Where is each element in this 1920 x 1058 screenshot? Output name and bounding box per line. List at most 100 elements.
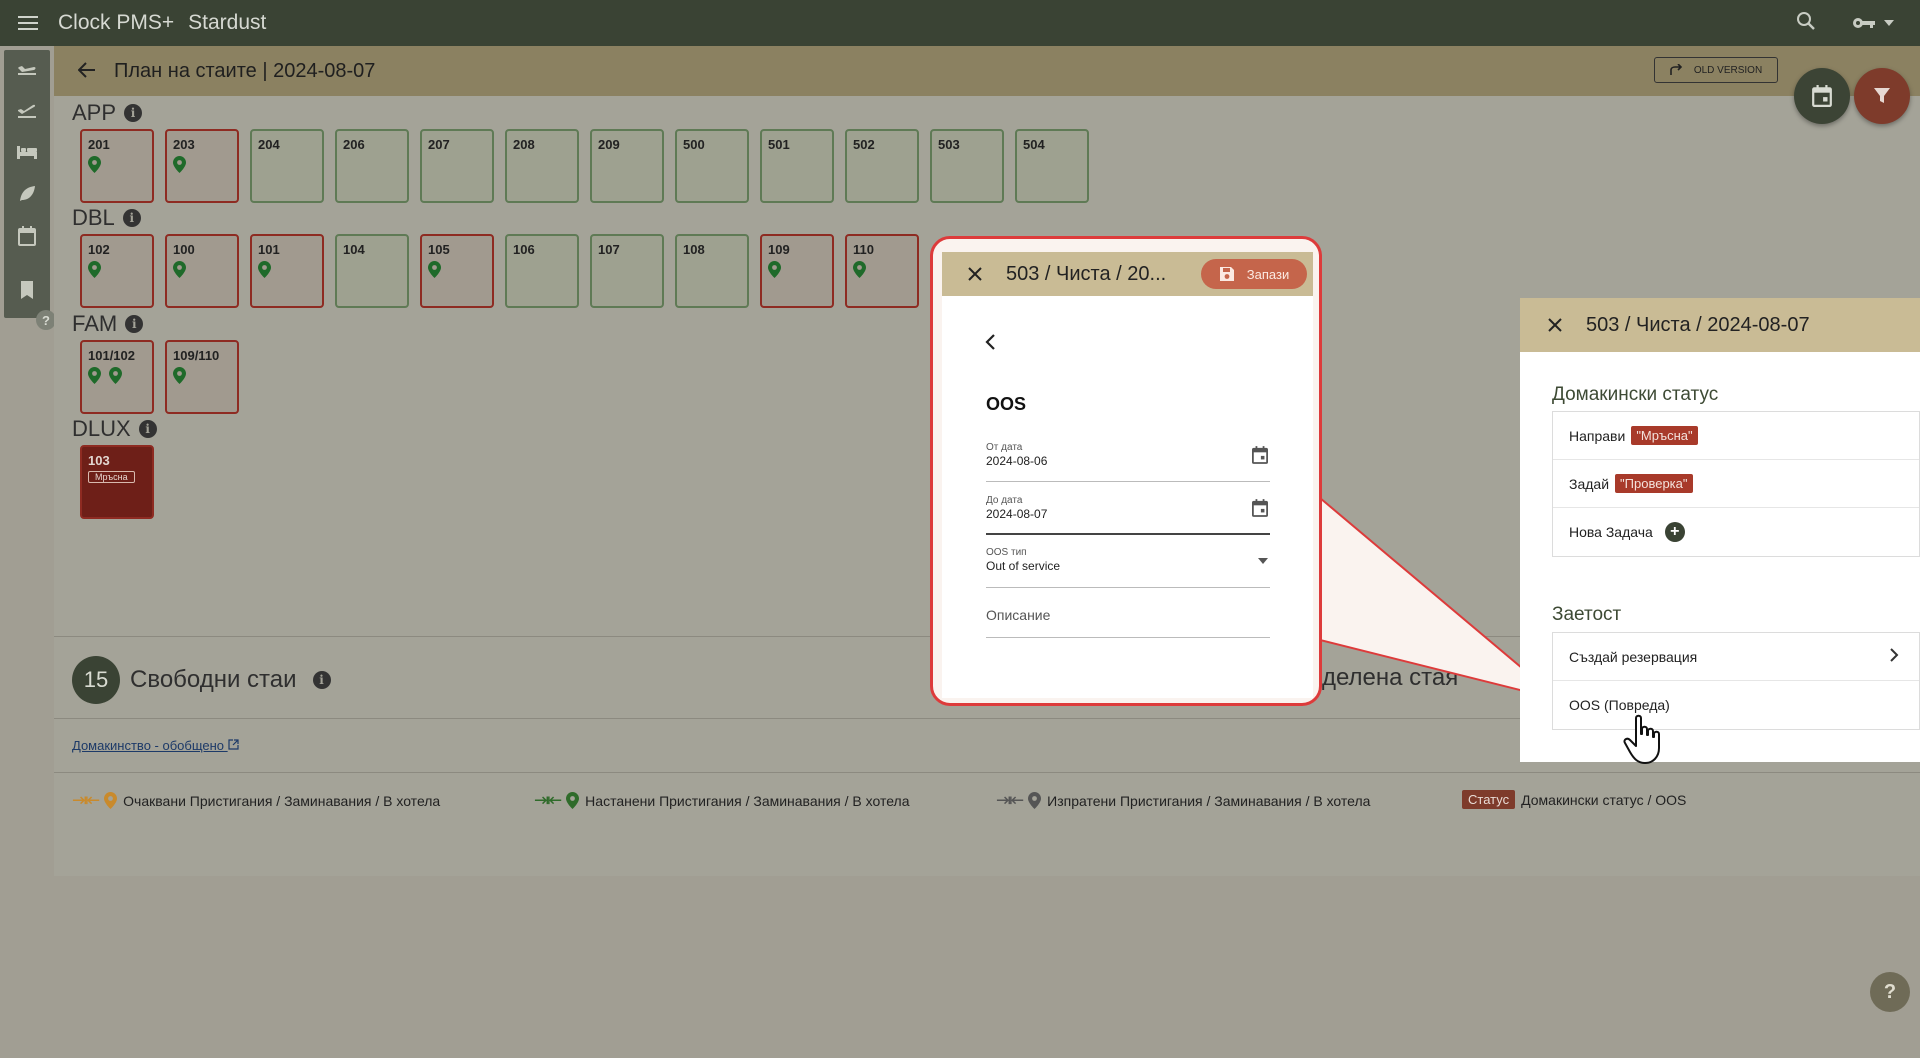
hk-status-card: Направи "Мръсна" Задай "Проверка" Нова З… xyxy=(1552,411,1920,557)
room-group-name: FAM xyxy=(72,311,118,336)
make-tag[interactable]: "Мръсна" xyxy=(1631,426,1698,445)
room-tile[interactable]: 105 xyxy=(420,234,494,308)
to-date-field[interactable]: До дата 2024-08-07 xyxy=(986,495,1270,535)
room-tile[interactable]: 104 xyxy=(335,234,409,308)
key-menu[interactable] xyxy=(1852,16,1894,30)
housekeeping-summary-link[interactable]: Домакинство - обобщено xyxy=(72,738,239,753)
room-number: 208 xyxy=(513,137,535,152)
room-tile[interactable]: 501 xyxy=(760,129,834,203)
make-label: Направи xyxy=(1569,427,1626,444)
room-tile[interactable]: 203 xyxy=(165,129,239,203)
room-tile[interactable]: 101/102 xyxy=(80,340,154,414)
room-tile[interactable]: 109/110 xyxy=(165,340,239,414)
info-icon[interactable]: i xyxy=(312,671,331,689)
room-tile[interactable]: 106 xyxy=(505,234,579,308)
room-tile[interactable]: 502 xyxy=(845,129,919,203)
back-arrow-icon[interactable] xyxy=(77,57,96,85)
page-header: План на стаите | 2024-08-07 OLD VERSION xyxy=(54,46,1920,96)
room-tile[interactable]: 503 xyxy=(930,129,1004,203)
make-dirty-row[interactable]: Направи "Мръсна" xyxy=(1553,412,1919,460)
location-pin-icon xyxy=(173,367,186,384)
divider xyxy=(54,772,1920,773)
to-date-value[interactable]: 2024-08-07 xyxy=(986,507,1270,521)
info-icon[interactable]: i xyxy=(125,315,144,333)
room-tile[interactable]: 504 xyxy=(1015,129,1089,203)
app-title: Clock PMS+ xyxy=(58,11,175,34)
room-group-title: DLUX i xyxy=(72,416,157,442)
set-inspection-row[interactable]: Задай "Проверка" xyxy=(1553,460,1919,508)
search-icon[interactable] xyxy=(1796,11,1816,36)
calendar-icon[interactable] xyxy=(15,224,39,248)
room-tile[interactable]: 103 Мръсна xyxy=(80,445,154,519)
arrival-departure-icon: ⇥⇤ xyxy=(534,790,562,811)
info-icon[interactable]: i xyxy=(122,209,141,227)
info-icon[interactable]: i xyxy=(124,104,143,122)
housekeeping-link-text[interactable]: Домакинство - обобщено xyxy=(72,738,224,753)
hk-status-heading: Домакински статус xyxy=(1552,384,1719,405)
oos-type-select[interactable]: OOS тип Out of service xyxy=(986,547,1270,588)
arrival-departure-icon: ⇥⇤ xyxy=(996,790,1024,811)
guest-pins xyxy=(853,261,911,278)
hotel-name[interactable]: Stardust xyxy=(188,11,266,35)
save-icon xyxy=(1219,267,1234,281)
free-rooms-section[interactable]: 15 Свободни стаи i xyxy=(72,656,331,704)
oos-dialog-header: 503 / Чиста / 20... Запази xyxy=(942,252,1313,296)
room-row: 101/102 109/110 xyxy=(80,340,239,414)
room-tile[interactable]: 209 xyxy=(590,129,664,203)
status-badge: Мръсна xyxy=(88,471,135,483)
room-number: 504 xyxy=(1023,137,1045,152)
save-button[interactable]: Запази xyxy=(1201,259,1307,289)
bookmark-icon[interactable] xyxy=(15,278,39,302)
menu-icon[interactable] xyxy=(0,15,56,31)
room-tile[interactable]: 102 xyxy=(80,234,154,308)
filter-fab[interactable] xyxy=(1854,68,1910,124)
leaf-icon[interactable] xyxy=(15,182,39,206)
guest-pins xyxy=(173,367,231,384)
rail-help-icon[interactable]: ? xyxy=(36,310,56,330)
room-tile[interactable]: 107 xyxy=(590,234,664,308)
add-icon[interactable]: + xyxy=(1664,522,1685,542)
occupancy-heading: Заетост xyxy=(1552,604,1622,625)
room-tile[interactable]: 204 xyxy=(250,129,324,203)
from-date-field[interactable]: От дата 2024-08-06 xyxy=(986,442,1270,482)
new-task-row[interactable]: Нова Задача + xyxy=(1553,508,1919,556)
calendar-icon xyxy=(1252,446,1268,464)
oos-type-value[interactable]: Out of service xyxy=(986,559,1270,573)
close-icon[interactable] xyxy=(968,261,982,287)
room-group-name: APP xyxy=(72,100,117,125)
set-tag[interactable]: "Проверка" xyxy=(1615,474,1693,493)
guest-pins xyxy=(258,261,316,278)
arrivals-icon[interactable] xyxy=(15,56,39,80)
room-tile[interactable]: 100 xyxy=(165,234,239,308)
create-reservation-row[interactable]: Създай резервация xyxy=(1553,633,1919,681)
room-number: 108 xyxy=(683,242,705,257)
room-tile[interactable]: 500 xyxy=(675,129,749,203)
help-button[interactable]: ? xyxy=(1870,972,1910,1012)
bed-icon[interactable] xyxy=(15,140,39,164)
room-row: 201 203 204 206 207 208 209 500 501 502 503 504 xyxy=(80,129,1089,203)
room-tile[interactable]: 201 xyxy=(80,129,154,203)
room-tile[interactable]: 101 xyxy=(250,234,324,308)
room-tile[interactable]: 206 xyxy=(335,129,409,203)
info-icon[interactable]: i xyxy=(138,420,157,438)
close-icon[interactable] xyxy=(1548,312,1562,338)
room-number: 502 xyxy=(853,137,875,152)
departures-icon[interactable] xyxy=(15,98,39,122)
room-tile[interactable]: 108 xyxy=(675,234,749,308)
room-number: 101 xyxy=(258,242,280,257)
set-label: Задай xyxy=(1569,475,1610,492)
description-field[interactable]: Описание xyxy=(986,607,1270,638)
room-group-title: DBL i xyxy=(72,205,141,231)
chevron-left-icon[interactable] xyxy=(984,330,996,358)
calendar-fab[interactable] xyxy=(1794,68,1850,124)
legend-expected-text: Очаквани Пристигания / Заминавания / В х… xyxy=(123,792,441,809)
oos-damage-row[interactable]: OOS (Повреда) xyxy=(1553,681,1919,729)
room-tile[interactable]: 109 xyxy=(760,234,834,308)
room-tile[interactable]: 207 xyxy=(420,129,494,203)
share-arrow-icon xyxy=(1670,64,1682,75)
room-tile[interactable]: 208 xyxy=(505,129,579,203)
room-tile[interactable]: 110 xyxy=(845,234,919,308)
location-pin-icon xyxy=(173,261,186,278)
old-version-button[interactable]: OLD VERSION xyxy=(1654,57,1778,83)
from-date-value[interactable]: 2024-08-06 xyxy=(986,454,1270,468)
